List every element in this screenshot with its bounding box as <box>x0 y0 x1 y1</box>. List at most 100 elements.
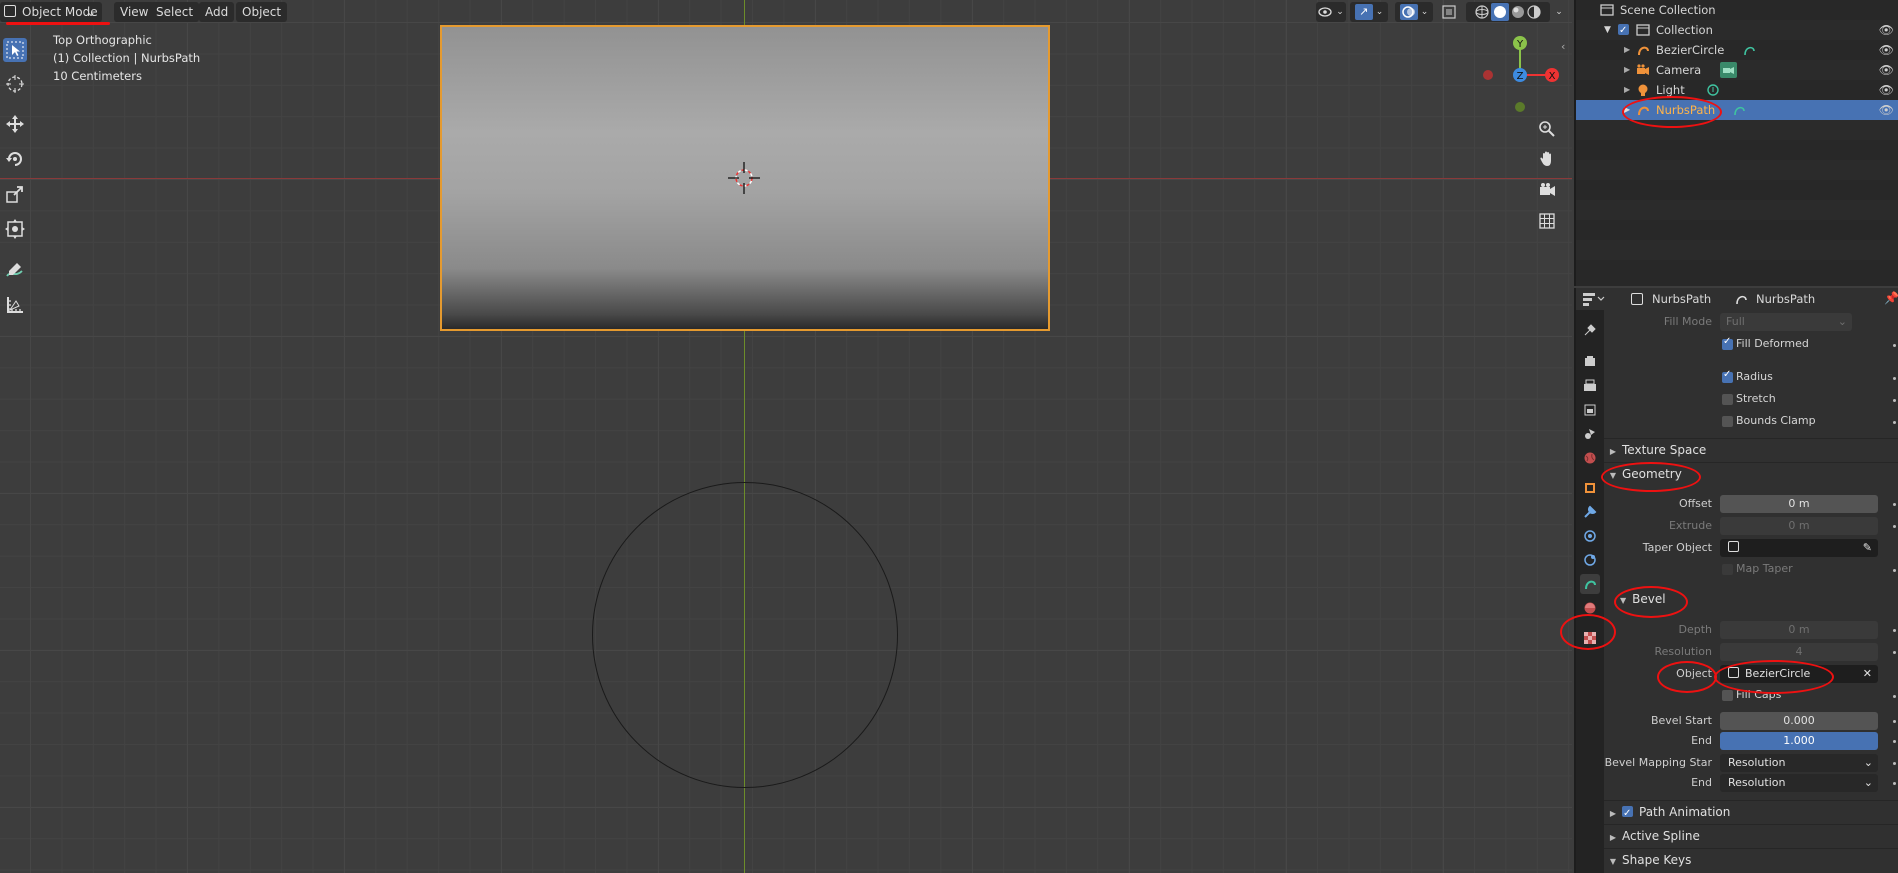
pin-icon[interactable]: 📌 <box>1884 291 1898 305</box>
scene-collection-row[interactable]: Scene Collection <box>1576 0 1898 20</box>
eye-icon[interactable]: 👁 <box>1879 80 1894 100</box>
rendered-shading-icon[interactable] <box>1526 4 1542 20</box>
gizmo-toggle-icon[interactable]: ↗ ⌄ <box>1350 2 1388 22</box>
move-tool[interactable] <box>3 112 27 136</box>
taper-object-field[interactable]: ✎ <box>1720 539 1878 557</box>
physics-tab-icon[interactable] <box>1580 550 1600 570</box>
outliner-item-light[interactable]: ▶ Light 👁 <box>1576 80 1898 100</box>
overlays-toggle-icon[interactable]: ⌄ <box>1395 2 1433 22</box>
navigation-gizmo[interactable]: Y X Z <box>1476 28 1566 118</box>
fill-mode-dropdown[interactable]: Full ⌄ <box>1720 313 1852 331</box>
keyframe-dot[interactable] <box>1893 629 1896 632</box>
eyedropper-icon[interactable]: ✎ <box>1863 539 1872 557</box>
select-box-tool[interactable] <box>3 38 27 62</box>
keyframe-dot[interactable] <box>1893 399 1896 402</box>
material-shading-icon[interactable] <box>1510 4 1526 20</box>
camera-view-icon[interactable] <box>1534 177 1560 203</box>
cursor-tool[interactable] <box>3 72 27 96</box>
3d-viewport[interactable] <box>0 0 1572 873</box>
particles-tab-icon[interactable] <box>1580 526 1600 546</box>
modifier-tab-icon[interactable] <box>1580 502 1600 522</box>
annotate-tool[interactable] <box>3 258 27 282</box>
map-taper-checkbox[interactable] <box>1722 564 1733 575</box>
menu-view[interactable]: View <box>114 2 155 22</box>
measure-tool[interactable] <box>3 293 27 317</box>
keyframe-dot[interactable] <box>1893 651 1896 654</box>
editor-type-icon[interactable] <box>1582 291 1606 307</box>
outliner-item-beziercircle[interactable]: ▶ BezierCircle 👁 <box>1576 40 1898 60</box>
world-tab-icon[interactable] <box>1580 448 1600 468</box>
keyframe-dot[interactable] <box>1893 762 1896 765</box>
bevel-mapping-end-dropdown[interactable]: Resolution ⌄ <box>1720 774 1878 792</box>
depth-field[interactable]: 0 m <box>1720 621 1878 639</box>
path-animation-checkbox[interactable] <box>1622 803 1633 825</box>
rotate-tool[interactable] <box>3 147 27 171</box>
fill-deformed-checkbox[interactable] <box>1722 336 1733 350</box>
curve-data-tab-icon[interactable] <box>1580 574 1600 594</box>
offset-field[interactable]: 0 m <box>1720 495 1878 513</box>
visibility-selectability-icon[interactable]: ⌄ <box>1316 2 1346 22</box>
fill-caps-checkbox[interactable] <box>1722 690 1733 701</box>
menu-select[interactable]: Select <box>150 2 200 22</box>
bounds-clamp-checkbox[interactable] <box>1722 416 1733 427</box>
expand-arrow-icon[interactable]: ▶ <box>1624 40 1630 60</box>
ortho-grid-icon[interactable] <box>1534 208 1560 234</box>
bevel-end-field[interactable]: 1.000 <box>1720 732 1878 750</box>
render-tab-icon[interactable] <box>1580 352 1600 372</box>
keyframe-dot[interactable] <box>1893 782 1896 785</box>
eye-icon[interactable]: 👁 <box>1879 100 1894 120</box>
eye-icon[interactable]: 👁 <box>1879 20 1894 40</box>
bevel-mapping-start-dropdown[interactable]: Resolution ⌄ <box>1720 754 1878 772</box>
radius-checkbox[interactable] <box>1722 369 1733 383</box>
object-mode-dropdown[interactable]: Object Mode ⌄ <box>0 2 102 22</box>
scale-tool[interactable] <box>3 182 27 206</box>
outliner-item-camera[interactable]: ▶ Camera 👁 <box>1576 60 1898 80</box>
camera-data-icon[interactable] <box>1720 62 1737 78</box>
keyframe-dot[interactable] <box>1893 421 1896 424</box>
path-animation-panel-header[interactable]: ▶ Path Animation <box>1604 800 1898 825</box>
pan-hand-icon[interactable] <box>1534 146 1560 172</box>
active-spline-panel-header[interactable]: ▶ Active Spline <box>1604 824 1898 847</box>
keyframe-dot[interactable] <box>1893 503 1896 506</box>
expand-triangle-icon[interactable]: ▼ <box>1604 20 1611 40</box>
output-tab-icon[interactable] <box>1580 376 1600 396</box>
collection-row[interactable]: ▼ Collection 👁 <box>1576 20 1898 41</box>
view-layer-tab-icon[interactable] <box>1580 400 1600 420</box>
keyframe-dot[interactable] <box>1893 740 1896 743</box>
shape-keys-panel-header[interactable]: ▼ Shape Keys <box>1604 848 1898 871</box>
curve-data-icon[interactable] <box>1732 103 1746 117</box>
keyframe-dot[interactable] <box>1893 720 1896 723</box>
tool-tab-icon[interactable] <box>1580 320 1600 340</box>
expand-arrow-icon[interactable]: ▶ <box>1624 80 1630 100</box>
keyframe-dot[interactable] <box>1893 525 1896 528</box>
zoom-icon[interactable] <box>1534 116 1560 142</box>
keyframe-dot[interactable] <box>1893 377 1896 380</box>
menu-object[interactable]: Object <box>236 2 288 22</box>
expand-arrow-icon[interactable]: ▶ <box>1624 60 1630 80</box>
eye-icon[interactable]: 👁 <box>1879 60 1894 80</box>
menu-add[interactable]: Add <box>199 2 235 22</box>
resolution-field[interactable]: 4 <box>1720 643 1878 661</box>
scene-tab-icon[interactable] <box>1580 424 1600 444</box>
transform-tool[interactable] <box>3 217 27 241</box>
bezier-circle-object[interactable] <box>592 482 898 788</box>
texture-space-panel-header[interactable]: ▶ Texture Space <box>1604 438 1898 461</box>
stretch-checkbox[interactable] <box>1722 394 1733 405</box>
keyframe-dot[interactable] <box>1893 344 1896 347</box>
keyframe-dot[interactable] <box>1893 695 1896 698</box>
keyframe-dot[interactable] <box>1893 569 1896 572</box>
xray-icon[interactable] <box>1440 2 1458 22</box>
extrude-field[interactable]: 0 m <box>1720 517 1878 535</box>
3d-cursor-icon[interactable] <box>728 162 760 194</box>
light-data-icon[interactable] <box>1706 83 1720 97</box>
solid-shading-icon[interactable] <box>1491 3 1509 21</box>
wireframe-shading-icon[interactable] <box>1474 4 1490 20</box>
collapse-arrow-icon[interactable]: ‹ <box>1561 40 1565 53</box>
eye-icon[interactable]: 👁 <box>1879 40 1894 60</box>
shading-options-chevron-icon[interactable]: ⌄ <box>1552 2 1566 22</box>
object-tab-icon[interactable] <box>1580 478 1600 498</box>
bevel-start-field[interactable]: 0.000 <box>1720 712 1878 730</box>
curve-data-icon[interactable] <box>1742 43 1756 57</box>
collection-exclude-checkbox[interactable] <box>1618 21 1629 41</box>
clear-x-icon[interactable]: ✕ <box>1863 665 1872 683</box>
